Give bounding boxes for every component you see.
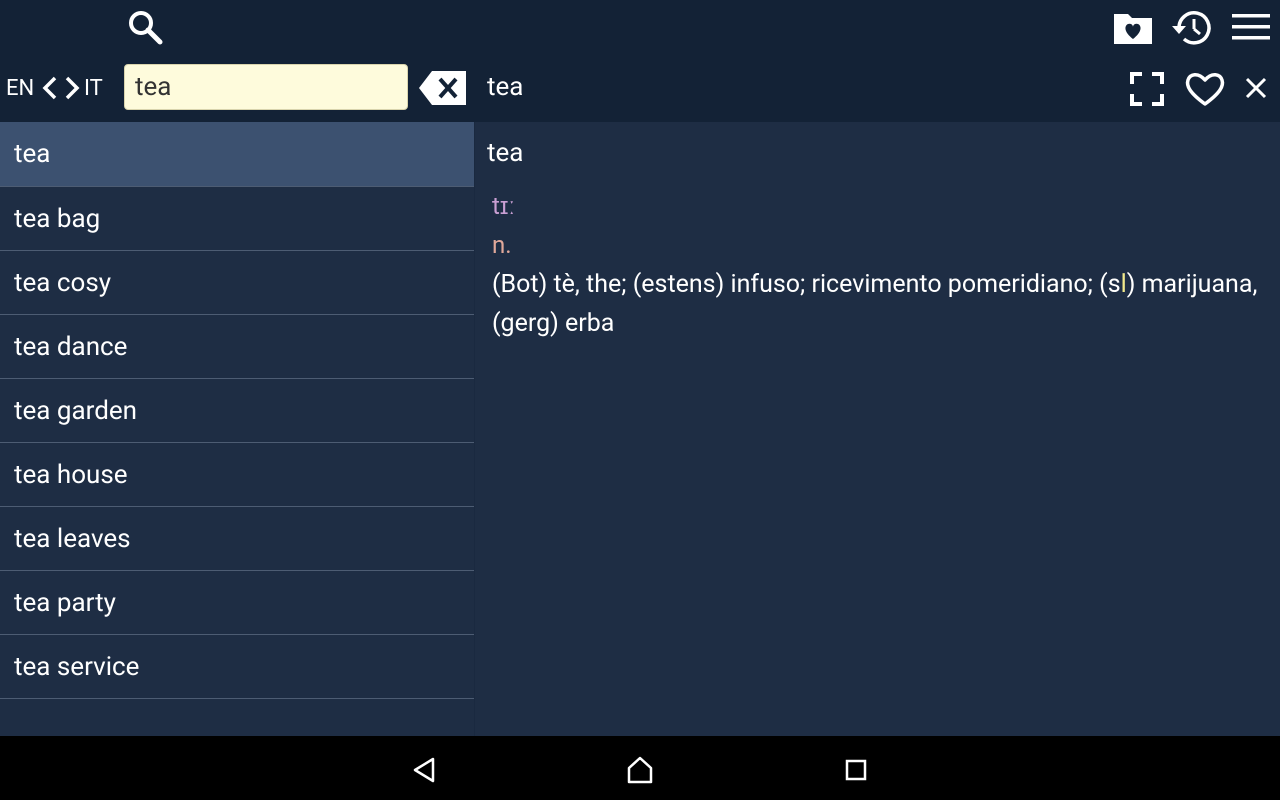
word-list: tea tea bag tea cosy tea dance tea garde… xyxy=(0,122,474,736)
search-field[interactable] xyxy=(124,64,408,110)
source-language-label[interactable]: EN xyxy=(6,73,34,103)
back-triangle-icon[interactable] xyxy=(404,752,444,788)
word-list-item[interactable]: tea bag xyxy=(0,187,474,251)
home-icon[interactable] xyxy=(620,750,660,790)
word-list-item[interactable]: tea leaves xyxy=(0,507,474,571)
word-list-item[interactable]: tea dance xyxy=(0,315,474,379)
target-language-label[interactable]: IT xyxy=(84,73,103,103)
word-list-item[interactable]: tea party xyxy=(0,571,474,635)
backspace-clear-icon[interactable] xyxy=(418,70,468,106)
entry-pronunciation: tɪː xyxy=(492,192,516,220)
word-list-item[interactable]: tea cosy xyxy=(0,251,474,315)
search-icon[interactable] xyxy=(122,4,168,50)
word-list-item[interactable]: tea garden xyxy=(0,379,474,443)
definition-text: (Bot) tè, the; (estens) infuso; ricevime… xyxy=(492,270,1121,299)
word-list-item[interactable]: tea service xyxy=(0,635,474,699)
heart-folder-icon[interactable] xyxy=(1110,5,1156,51)
entry-detail-pane: tea tɪː n. (Bot) tè, the; (estens) infus… xyxy=(474,122,1280,736)
heart-outline-icon[interactable] xyxy=(1182,66,1228,112)
hamburger-menu-icon[interactable] xyxy=(1228,4,1274,50)
search-input[interactable] xyxy=(125,65,407,109)
entry-part-of-speech: n. xyxy=(492,231,512,259)
word-list-item[interactable]: tea xyxy=(0,122,474,187)
word-list-item[interactable]: tea house xyxy=(0,443,474,507)
detail-header-title: tea xyxy=(487,72,524,102)
chevron-left-icon[interactable] xyxy=(40,74,60,102)
close-icon[interactable] xyxy=(1240,70,1272,106)
chevron-right-icon[interactable] xyxy=(62,74,82,102)
recents-square-icon[interactable] xyxy=(836,751,876,789)
fullscreen-icon[interactable] xyxy=(1126,68,1168,110)
entry-definition: (Bot) tè, the; (estens) infuso; ricevime… xyxy=(492,265,1262,343)
history-icon[interactable] xyxy=(1168,4,1216,52)
entry-headword: tea xyxy=(487,138,524,168)
